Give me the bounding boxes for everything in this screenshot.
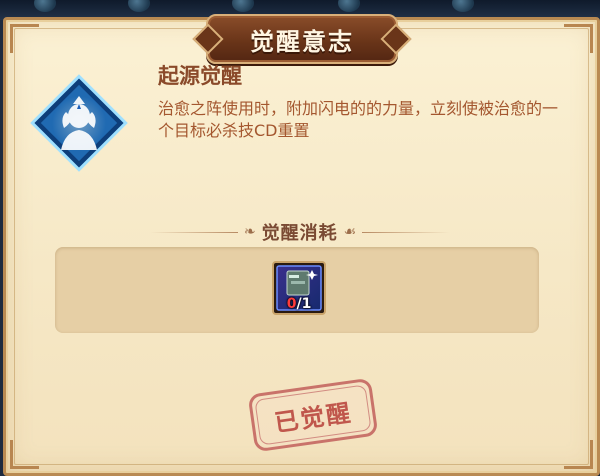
item-count-need: 1 [301,296,312,312]
decor-orb-icon [128,0,150,12]
panel-title: 觉醒意志 [250,27,354,56]
divider-line [150,231,238,233]
corner-ornament [10,440,39,469]
cost-section-header: ❧ 觉醒消耗 ☙ [150,218,451,246]
cost-box: 0/1 [55,247,539,333]
cost-section-title: 觉醒消耗 [261,223,338,244]
corner-ornament [564,440,593,469]
decor-orb-icon [452,0,474,12]
title-plaque: 觉醒意志 [206,14,398,64]
divider-line [362,231,451,233]
flourish-icon: ☙ [343,224,357,240]
awakening-screen: 觉醒意志 起源觉醒 治愈之阵使用时，附加闪电的的力量，立刻使被治愈的一个目标必杀… [0,0,600,476]
awakened-warrior-icon[interactable] [26,70,132,176]
corner-ornament [10,24,39,53]
item-count-have: 0 [286,296,297,312]
decor-orb-icon [232,0,254,12]
stamp-label: 已觉醒 [272,398,354,437]
cost-item-slot[interactable]: 0/1 [272,261,326,315]
skill-description: 治愈之阵使用时，附加闪电的的力量，立刻使被治愈的一个目标必杀技CD重置 [158,99,559,140]
corner-ornament [564,24,593,53]
item-count: 0/1 [272,296,326,312]
skill-name: 起源觉醒 [158,64,242,88]
decor-orb-icon [338,0,360,12]
flourish-icon: ❧ [243,224,256,240]
decor-orb-icon [34,0,56,12]
